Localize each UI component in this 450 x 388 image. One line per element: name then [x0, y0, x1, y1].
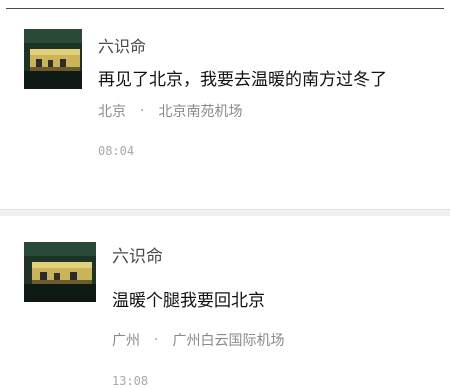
post-location[interactable]: 广州 · 广州白云国际机场 — [112, 330, 284, 350]
location-city: 北京 — [98, 104, 126, 120]
location-city: 广州 — [112, 333, 140, 349]
post-author-name[interactable]: 六识命 — [98, 33, 146, 57]
location-place: 北京南苑机场 — [158, 104, 243, 120]
post-text: 温暖个腿我要回北京 — [112, 291, 265, 311]
post-text: 再见了北京，我要去温暖的南方过冬了 — [98, 70, 387, 90]
location-separator: · — [154, 332, 159, 348]
avatar-image — [24, 29, 82, 89]
post-time: 13:08 — [112, 374, 149, 388]
feed-post: 六识命 再见了北京，我要去温暖的南方过冬了 北京 · 北京南苑机场 08:04 — [0, 9, 450, 209]
post-author-name[interactable]: 六识命 — [112, 242, 163, 267]
avatar[interactable] — [24, 242, 96, 302]
avatar-image — [24, 242, 96, 302]
avatar[interactable] — [24, 29, 82, 89]
feed-post: 六识命 温暖个腿我要回北京 广州 · 广州白云国际机场 13:08 — [0, 216, 450, 388]
post-location[interactable]: 北京 · 北京南苑机场 — [98, 101, 242, 121]
location-separator: · — [140, 103, 145, 119]
location-place: 广州白云国际机场 — [172, 333, 285, 349]
moments-feed: 六识命 再见了北京，我要去温暖的南方过冬了 北京 · 北京南苑机场 08:04 … — [0, 0, 450, 388]
post-time: 08:04 — [98, 144, 135, 158]
